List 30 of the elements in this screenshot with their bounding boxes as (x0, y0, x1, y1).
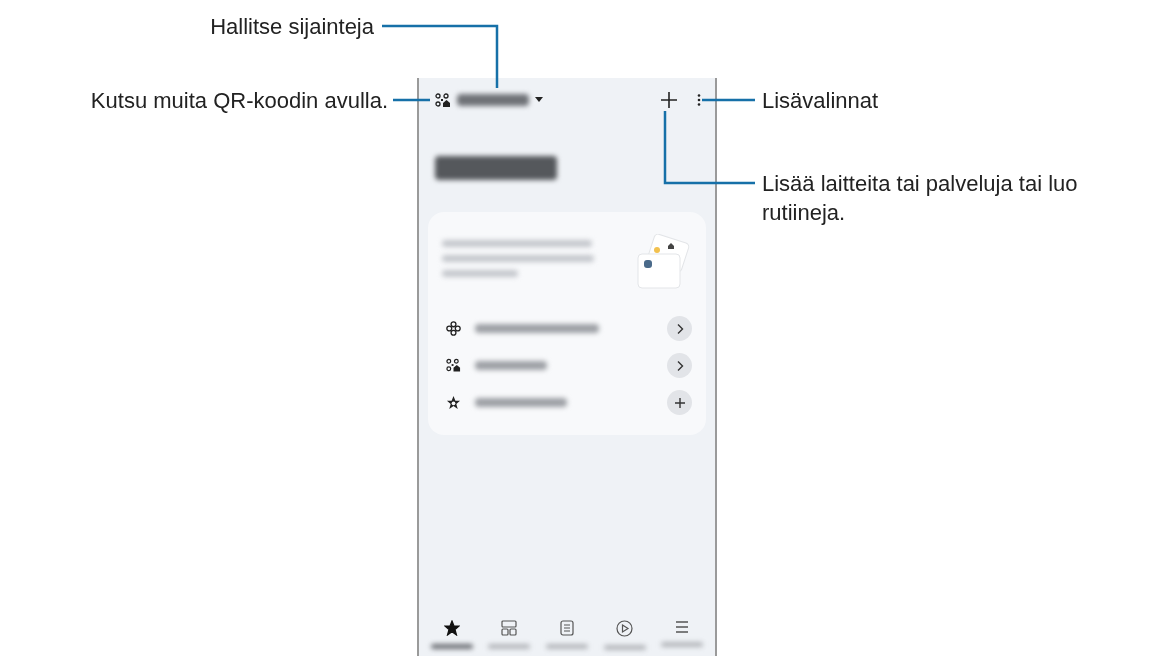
more-options-icon[interactable] (697, 94, 701, 106)
blurred-text (603, 645, 646, 650)
add-icon[interactable] (661, 92, 677, 108)
flower-icon (446, 321, 461, 336)
blurred-text (488, 644, 531, 649)
blurred-text (661, 642, 704, 647)
qr-home-icon (446, 358, 461, 373)
star-icon (446, 395, 461, 410)
menu-icon (674, 620, 691, 634)
leader-line (393, 98, 430, 102)
annotation-text: Hallitse sijainteja (210, 13, 374, 41)
play-icon (616, 620, 634, 637)
grid-icon (501, 620, 518, 636)
annotation-text: Lisävalinnat (762, 87, 879, 115)
chevron-button[interactable] (667, 353, 692, 378)
star-icon (443, 620, 460, 636)
blurred-text (546, 644, 588, 649)
plus-icon (673, 396, 686, 409)
qr-home-icon[interactable] (435, 92, 451, 108)
chevron-button[interactable] (667, 316, 692, 341)
document-icon (559, 620, 575, 636)
add-button[interactable] (667, 390, 692, 415)
leader-line (702, 98, 755, 102)
nav-tab[interactable] (430, 620, 473, 650)
blurred-text (457, 94, 529, 106)
caret-icon[interactable] (535, 97, 543, 103)
blurred-text (430, 644, 473, 649)
blurred-text (475, 361, 547, 370)
annotation-text: Kutsu muita QR-koodin avulla. (90, 87, 388, 115)
annotation-text: Lisää laitteita tai palveluja tai luo rutiineja. (762, 170, 1079, 227)
